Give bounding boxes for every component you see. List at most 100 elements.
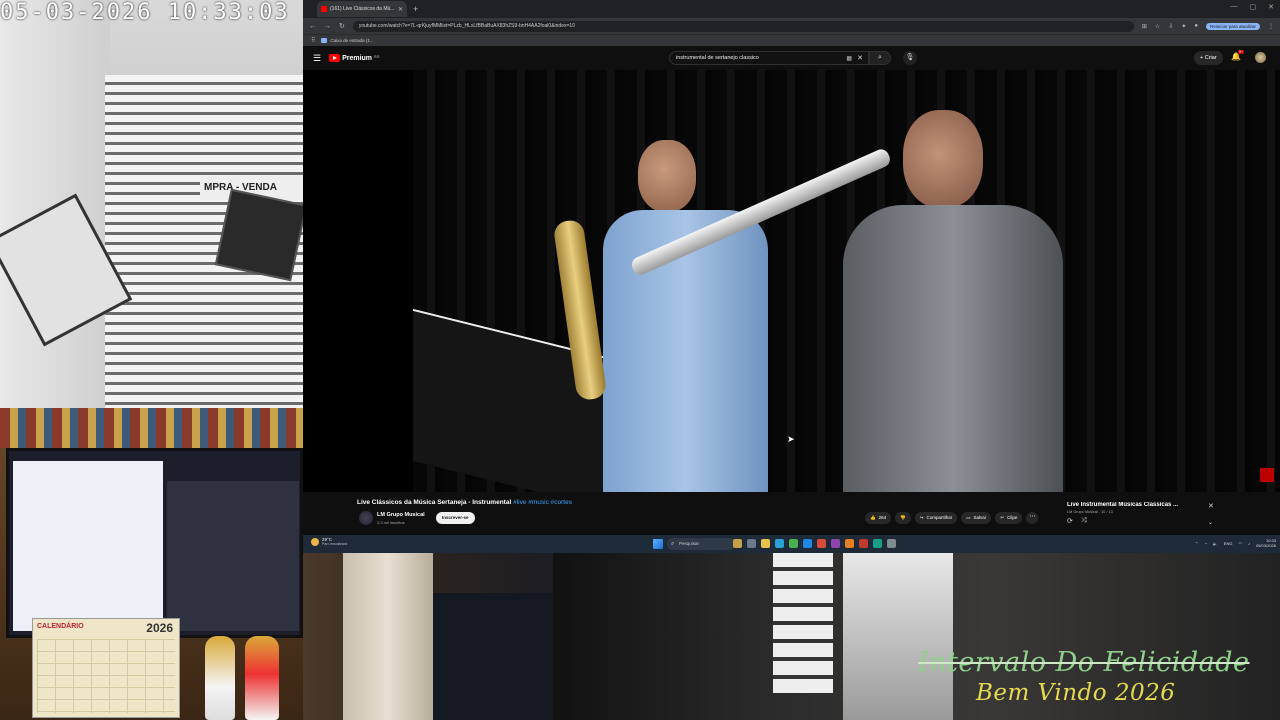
tab-youtube[interactable]: (161) Live Clássicos da Mú... ✕ [317, 1, 407, 17]
youtube-header: ☰ Premium BR instrumental de sertanejo c… [303, 46, 1280, 70]
calendar-title: CALENDÁRIO [37, 623, 84, 630]
speaker-icon[interactable]: ♪ [1248, 541, 1250, 546]
language-indicator[interactable]: ENG [1224, 541, 1233, 546]
video-player[interactable]: ➤ [303, 70, 1280, 492]
hamburger-menu-icon[interactable]: ☰ [313, 53, 321, 64]
update-button[interactable]: Reiniciar para atualizar [1205, 22, 1260, 30]
widgets-icon[interactable] [733, 539, 742, 548]
store-icon[interactable] [803, 539, 812, 548]
wifi-icon[interactable]: ◠ [1238, 541, 1242, 546]
url-field[interactable]: youtube.com/watch?v=7L-qrKjuyfMMlist=PLz… [352, 20, 1134, 32]
weather-widget[interactable]: 29°C Parc ensolarado [311, 537, 348, 546]
dislike-button[interactable]: 👎 [895, 512, 911, 524]
sun-icon [311, 537, 319, 546]
clip-button[interactable]: ✂ Clipe [995, 512, 1023, 524]
profile-icon[interactable]: ● [1194, 23, 1198, 29]
channel-watermark [1260, 468, 1274, 482]
window-controls: — ▢ ✕ [1231, 3, 1275, 11]
camera-feed-desk: CALENDÁRIO 2026 [0, 408, 303, 720]
tray-chevron-icon[interactable]: ⌃ [1195, 541, 1198, 546]
monitor-left-pane [13, 461, 163, 631]
desk-monitor [6, 448, 303, 638]
bookmark-star-icon[interactable]: ☆ [1155, 23, 1160, 30]
close-playlist-icon[interactable]: ✕ [1208, 502, 1214, 510]
browser-menu-icon[interactable]: ⋮ [1268, 23, 1274, 30]
tab-bar: (161) Live Clássicos da Mú... ✕ + — ▢ ✕ [303, 0, 1280, 18]
browser-window: (161) Live Clássicos da Mú... ✕ + — ▢ ✕ … [303, 0, 1280, 535]
more-actions-icon[interactable]: ⋯ [1026, 512, 1039, 524]
edge-icon[interactable] [775, 539, 784, 548]
clip-label: Clipe [1007, 515, 1018, 520]
subscriber-count: 2,3 mil inscritos [377, 520, 405, 525]
playlist-controls: ⟳ ⤨ [1067, 517, 1217, 525]
youtube-logo[interactable]: Premium BR [329, 54, 380, 62]
app-icon-dark-red[interactable] [859, 539, 868, 548]
extensions-icon[interactable]: ✦ [1181, 23, 1186, 30]
weather-description: Parc ensolarado [322, 542, 348, 546]
create-button[interactable]: + Criar [1194, 51, 1223, 65]
back-icon[interactable]: ← [309, 23, 316, 30]
video-info: Live Clássicos da Música Sertaneja - Ins… [303, 492, 1280, 535]
like-button[interactable]: 👍 264 [865, 512, 892, 524]
search-icon: ⌕ [878, 54, 882, 61]
share-icon: ↪ [919, 515, 924, 520]
bright-wall [843, 553, 953, 720]
camera-timestamp: 05-03-2026 10:33:03 [0, 0, 290, 25]
app-icon-purple[interactable] [831, 539, 840, 548]
app-icon-orange[interactable] [845, 539, 854, 548]
search-button[interactable]: ⌕ [869, 51, 891, 65]
youtube-favicon-icon [321, 6, 327, 12]
tab-title: (161) Live Clássicos da Mú... [330, 6, 395, 12]
shuffle-icon[interactable]: ⤨ [1081, 517, 1087, 525]
bookmark-item[interactable]: Caixa de entrada (1... [321, 38, 374, 43]
bookmarks-bar: ⠿ Caixa de entrada (1... [303, 34, 1280, 46]
loop-icon[interactable]: ⟳ [1067, 517, 1073, 525]
channel-avatar[interactable] [359, 511, 373, 525]
playlist-title[interactable]: Live Instrumental Músicas Clássicas ... [1067, 502, 1217, 508]
apps-icon[interactable]: ⠿ [311, 37, 315, 44]
share-button[interactable]: ↪ Compartilhar [914, 512, 958, 524]
download-icon[interactable]: ⇩ [1168, 23, 1173, 30]
save-button[interactable]: ▭ Salvar [961, 512, 992, 524]
file-explorer-icon[interactable] [761, 539, 770, 548]
close-tab-icon[interactable]: ✕ [398, 6, 403, 13]
search-input[interactable]: instrumental de sertanejo classico ▦ ✕ [669, 51, 869, 65]
network-icon[interactable]: ◔ [1204, 541, 1206, 546]
video-hashtags[interactable]: #live #music #cortes [513, 499, 572, 506]
app-icon-red[interactable] [817, 539, 826, 548]
task-view-icon[interactable] [747, 539, 756, 548]
volume-icon[interactable]: 🔈 [1213, 541, 1218, 546]
bookshelf [0, 408, 303, 448]
account-avatar[interactable] [1255, 52, 1266, 63]
settings-icon[interactable] [887, 539, 896, 548]
calendar-year: 2026 [146, 621, 173, 635]
video-title-text: Live Clássicos da Música Sertaneja - Ins… [357, 499, 512, 506]
maximize-icon[interactable]: ▢ [1250, 3, 1257, 11]
sax-player-head [638, 140, 696, 212]
minimize-icon[interactable]: — [1231, 3, 1238, 11]
reload-icon[interactable]: ↻ [339, 22, 345, 30]
app-icon-teal[interactable] [873, 539, 882, 548]
clear-search-icon[interactable]: ✕ [857, 54, 863, 62]
clock[interactable]: 10:33 05/03/2026 [1256, 538, 1276, 548]
channel-name[interactable]: LM Grupo Musical [377, 512, 425, 518]
translate-icon[interactable]: ⊞ [1142, 23, 1147, 30]
close-window-icon[interactable]: ✕ [1268, 3, 1274, 11]
forward-icon[interactable]: → [324, 23, 331, 30]
chrome-icon[interactable] [789, 539, 798, 548]
screen: MPRA - VENDA 05-03-2026 10:33:03 CALENDÁ… [0, 0, 1280, 720]
video-title: Live Clássicos da Música Sertaneja - Ins… [357, 499, 572, 506]
search-query: instrumental de sertanejo classico [676, 55, 759, 61]
camera-feed-shelf [303, 553, 553, 720]
expand-playlist-icon[interactable]: ⌄ [1208, 519, 1213, 526]
keyboard-icon[interactable]: ▦ [846, 55, 852, 62]
bottle [343, 553, 433, 720]
like-count: 264 [878, 515, 887, 520]
taskbar-search[interactable]: Pesquisar [667, 538, 735, 550]
mouse-cursor-icon: ➤ [787, 434, 795, 444]
subscribe-button[interactable]: Inscrever-se [436, 512, 475, 524]
voice-search-button[interactable]: 🎙 [903, 51, 917, 65]
windows-taskbar: 29°C Parc ensolarado Pesquisar ⌃ ◔ 🔈 ENG [303, 535, 1280, 553]
windows-start-icon[interactable] [653, 539, 663, 549]
new-tab-icon[interactable]: + [413, 4, 418, 14]
